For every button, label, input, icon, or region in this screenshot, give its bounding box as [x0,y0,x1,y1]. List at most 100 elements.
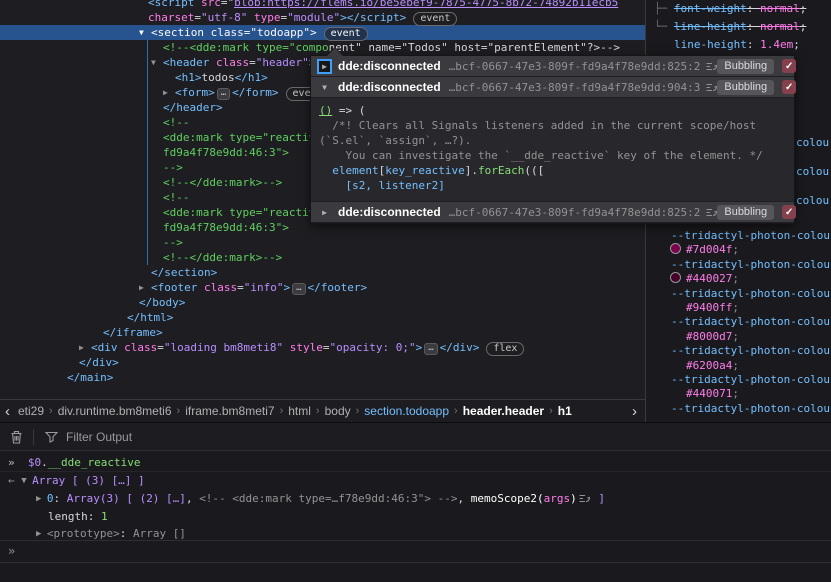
text: blob:https://flems.io/be5ebef9-7875-4775… [234,0,618,9]
css-text: #7d004f [686,243,732,256]
markup-node[interactable]: <!--</dde:mark>--> [0,250,645,265]
css-text: ; [732,387,739,400]
listener-enabled-checkbox[interactable]: ✓ [782,80,796,94]
breadcrumb-item[interactable]: h1 [558,404,572,418]
color-swatch[interactable] [670,272,681,283]
breadcrumb-separator: › [177,405,181,417]
markup-node[interactable]: </iframe> [0,325,645,340]
breadcrumb-item[interactable]: eti29 [18,404,44,418]
css-text: --tridactyl-photon-colou [671,287,830,300]
inline-expander[interactable]: … [217,88,230,100]
text: > [283,281,290,294]
breadcrumb-item[interactable]: body [325,404,351,418]
markup-node[interactable]: </section> [0,265,645,280]
expand-twisty[interactable]: ▶ [317,59,332,74]
text: "header" [256,56,309,69]
listener-enabled-checkbox[interactable]: ✓ [782,59,796,73]
expand-twisty[interactable]: ▶ [317,205,332,220]
css-declaration[interactable]: line-height: 1.4em; [646,36,831,54]
markup-node[interactable]: ▶<footer class="info">…</footer> [0,280,645,295]
css-text: #440071 [686,387,732,400]
text: <!--<dde:mark type="compo [163,41,329,54]
console-message[interactable]: » $0.__dde_reactive [0,454,831,472]
text: » [8,456,28,469]
event-badge[interactable]: event [324,27,368,41]
css-custom-property-name[interactable]: --tridactyl-photon-colou [646,315,831,329]
css-custom-property-value[interactable]: #9400ff; [646,301,831,315]
css-custom-property-name[interactable]: --tridactyl-photon-colou [646,229,831,243]
text: </h1> [235,71,268,84]
expand-twisty[interactable]: ▼ [139,25,151,40]
collapse-twisty[interactable]: ▼ [317,80,332,95]
css-custom-property-name[interactable]: --tridactyl-photon-colou [646,402,831,416]
breadcrumb-item[interactable]: iframe.bm8meti7 [185,404,274,418]
console-message[interactable]: length: 1 [0,508,831,525]
markup-node[interactable]: charset="utf-8" type="module"></script>e… [0,10,645,25]
open-in-debugger-icon[interactable] [706,83,717,92]
css-custom-property-name[interactable]: --tridactyl-photon-colou [646,258,831,272]
inline-expander[interactable]: … [424,343,437,355]
css-custom-property-name[interactable]: --tridactyl-photon-colou [646,287,831,301]
markup-node-selected[interactable]: ▼<section class="todoapp">event [0,25,645,40]
text: <div [91,341,118,354]
css-custom-property-value[interactable]: #440027; [646,272,831,286]
listener-enabled-checkbox[interactable]: ✓ [782,205,796,219]
css-text: ; [732,330,739,343]
event-name: dde:disconnected [338,205,441,219]
markup-node[interactable]: --> [0,235,645,250]
text: forEach [478,164,524,177]
breadcrumb-item[interactable]: section.todoapp [364,404,449,418]
event-listener-row[interactable]: ▶dde:disconnected…bcf-0667-47e3-809f-fd9… [311,56,794,77]
css-custom-property-value[interactable]: #6200a4; [646,359,831,373]
overridden-declaration[interactable]: ├─ font-weight: normal; [646,0,831,18]
text: "todoapp" [250,26,310,39]
inline-expander[interactable]: … [292,283,305,295]
event-source-location[interactable]: …bcf-0667-47e3-809f-fd9a4f78e9dd:825:2 [449,60,701,73]
console-message[interactable]: ← ▼ Array [ (3) […] ] [0,472,831,490]
markup-node[interactable]: </main> [0,370,645,385]
clear-console-icon[interactable] [10,430,23,444]
breadcrumb-separator: › [356,405,360,417]
event-badge[interactable]: event [413,12,457,26]
expand-twisty[interactable]: ▶ [79,340,91,355]
console-input-row[interactable]: » [0,540,831,563]
overridden-declaration[interactable]: └─ line-height: normal; [646,18,831,36]
markup-node[interactable]: ▶<div class="loading bm8meti8" style="op… [0,340,645,355]
css-custom-property-name[interactable]: --tridactyl-photon-colou [646,373,831,387]
markup-node[interactable]: </body> [0,295,645,310]
markup-node[interactable]: </div> [0,355,645,370]
console-message[interactable]: ▶ 0: Array(3) [ (2) […], <!-- <dde:mark … [0,490,831,508]
event-listener-row[interactable]: ▼dde:disconnected…bcf-0667-47e3-809f-fd9… [311,77,794,98]
breadcrumb-item[interactable]: html [288,404,311,418]
open-in-debugger-icon[interactable] [706,62,717,71]
css-custom-property-value[interactable]: #440071; [646,387,831,401]
filter-output-input[interactable] [64,429,288,445]
css-text: #8000d7 [686,330,732,343]
css-custom-property-value[interactable]: #8000d7; [646,330,831,344]
event-source-location[interactable]: …bcf-0667-47e3-809f-fd9a4f78e9dd:904:3 [449,81,701,94]
text: <form> [175,86,215,99]
event-source-location[interactable]: …bcf-0667-47e3-809f-fd9a4f78e9dd:825:2 [449,206,701,219]
breadcrumb-item[interactable]: div.runtime.bm8meti6 [58,404,172,418]
breadcrumb-item[interactable]: header.header [463,404,544,418]
tree-connector: └─ [654,20,674,33]
text: ></script> [340,11,406,24]
markup-node[interactable]: </html> [0,310,645,325]
expand-twisty[interactable]: ▼ [151,55,163,70]
css-text: --tridactyl-photon-colou [671,315,830,328]
expand-twisty[interactable]: ▶ [163,85,175,100]
breadcrumb-scroll-right-icon[interactable]: › [626,403,637,420]
markup-node[interactable]: <!--<dde:mark type="component" name="Tod… [0,40,645,55]
jump-to-source-icon[interactable] [579,494,590,503]
open-in-debugger-icon[interactable] [706,208,717,217]
css-custom-property-name[interactable]: --tridactyl-photon-colou [646,344,831,358]
text: = [194,11,201,24]
css-custom-property-value[interactable]: #7d004f; [646,243,831,257]
flex-badge[interactable]: flex [486,342,524,356]
markup-node[interactable]: <script src="blob:https://flems.io/be5eb… [0,0,645,10]
event-listener-row[interactable]: ▶ dde:disconnected …bcf-0667-47e3-809f-fd9… [311,202,794,223]
color-swatch[interactable] [670,243,681,254]
expand-twisty[interactable]: ▶ [139,280,151,295]
breadcrumb-scroll-left-icon[interactable]: ‹ [5,403,10,420]
text: ]. [465,164,478,177]
